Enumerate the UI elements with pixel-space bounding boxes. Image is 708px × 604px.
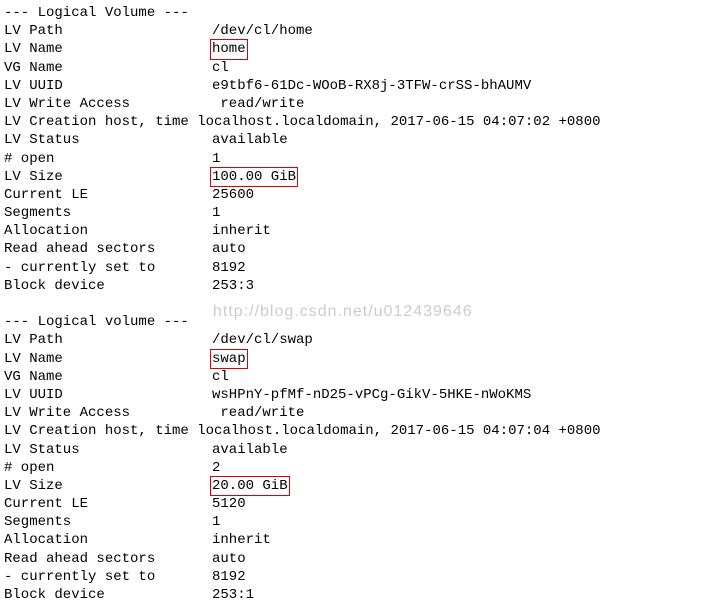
open-value: 1	[212, 151, 220, 167]
lv1-seg-row: Segments1	[4, 204, 704, 222]
lv2-setto-row: - currently set to8192	[4, 568, 704, 586]
lv2-ahead-row: Read ahead sectorsauto	[4, 550, 704, 568]
lv-name-value: swap	[210, 349, 248, 369]
block-device-label: Block device	[4, 277, 212, 295]
lv2-status-row: LV Statusavailable	[4, 441, 704, 459]
lv-path-value: /dev/cl/home	[212, 23, 313, 39]
lv-access-value: read/write	[212, 96, 304, 112]
vg-name-value: cl	[212, 369, 229, 385]
read-ahead-value: auto	[212, 241, 246, 257]
current-le-label: Current LE	[4, 495, 212, 513]
allocation-label: Allocation	[4, 531, 212, 549]
segments-value: 1	[212, 514, 220, 530]
lv2-le-row: Current LE5120	[4, 495, 704, 513]
lv-uuid-value: e9tbf6-61Dc-WOoB-RX8j-3TFW-crSS-bhAUMV	[212, 78, 531, 94]
lv1-access-row: LV Write Access read/write	[4, 95, 704, 113]
lv2-alloc-row: Allocationinherit	[4, 531, 704, 549]
block-device-value: 253:3	[212, 278, 254, 294]
blank-row	[4, 295, 704, 313]
lv1-name-row: LV Namehome	[4, 40, 704, 58]
block-device-label: Block device	[4, 586, 212, 604]
lv1-size-row: LV Size100.00 GiB	[4, 168, 704, 186]
vg-name-label: VG Name	[4, 368, 212, 386]
lv2-vg-row: VG Namecl	[4, 368, 704, 386]
lv-uuid-label: LV UUID	[4, 77, 212, 95]
current-le-value: 5120	[212, 496, 246, 512]
lv2-path-row: LV Path/dev/cl/swap	[4, 331, 704, 349]
lv2-uuid-row: LV UUIDwsHPnY-pfMf-nD25-vPCg-GikV-5HKE-n…	[4, 386, 704, 404]
currently-set-value: 8192	[212, 260, 246, 276]
lv1-status-row: LV Statusavailable	[4, 131, 704, 149]
lv-name-value: home	[210, 39, 248, 59]
lv-uuid-value: wsHPnY-pfMf-nD25-vPCg-GikV-5HKE-nWoKMS	[212, 387, 531, 403]
lv-access-value: read/write	[212, 405, 304, 421]
lv-name-label: LV Name	[4, 350, 212, 368]
lv-creation-label: LV Creation host, time	[4, 423, 189, 439]
lv2-blkdev-row: Block device253:1	[4, 586, 704, 604]
read-ahead-value: auto	[212, 551, 246, 567]
lv2-seg-row: Segments1	[4, 513, 704, 531]
lv2-access-row: LV Write Access read/write	[4, 404, 704, 422]
lv-size-label: LV Size	[4, 477, 212, 495]
lv1-alloc-row: Allocationinherit	[4, 222, 704, 240]
lv1-le-row: Current LE25600	[4, 186, 704, 204]
segments-label: Segments	[4, 204, 212, 222]
lv2-open-row: # open2	[4, 459, 704, 477]
lv1-vg-row: VG Namecl	[4, 59, 704, 77]
allocation-value: inherit	[212, 223, 271, 239]
read-ahead-label: Read ahead sectors	[4, 550, 212, 568]
open-label: # open	[4, 150, 212, 168]
lv1-uuid-row: LV UUIDe9tbf6-61Dc-WOoB-RX8j-3TFW-crSS-b…	[4, 77, 704, 95]
vg-name-label: VG Name	[4, 59, 212, 77]
lv-uuid-label: LV UUID	[4, 386, 212, 404]
currently-set-label: - currently set to	[4, 259, 212, 277]
lv-path-label: LV Path	[4, 331, 212, 349]
lv1-setto-row: - currently set to8192	[4, 259, 704, 277]
lv-status-value: available	[212, 132, 288, 148]
lv-size-label: LV Size	[4, 168, 212, 186]
lv-creation-value: localhost.localdomain, 2017-06-15 04:07:…	[197, 114, 600, 130]
open-value: 2	[212, 460, 220, 476]
block-device-value: 253:1	[212, 587, 254, 603]
lv-access-label: LV Write Access	[4, 404, 212, 422]
currently-set-label: - currently set to	[4, 568, 212, 586]
lv-creation-label: LV Creation host, time	[4, 114, 189, 130]
lv-size-value: 100.00 GiB	[210, 167, 298, 187]
read-ahead-label: Read ahead sectors	[4, 240, 212, 258]
lv-creation-value: localhost.localdomain, 2017-06-15 04:07:…	[197, 423, 600, 439]
lv1-ahead-row: Read ahead sectorsauto	[4, 240, 704, 258]
lv1-creation-row: LV Creation host, time localhost.localdo…	[4, 113, 704, 131]
lv2-name-row: LV Nameswap	[4, 350, 704, 368]
lv-path-value: /dev/cl/swap	[212, 332, 313, 348]
current-le-label: Current LE	[4, 186, 212, 204]
segments-label: Segments	[4, 513, 212, 531]
currently-set-value: 8192	[212, 569, 246, 585]
lv-status-value: available	[212, 442, 288, 458]
lv-path-label: LV Path	[4, 22, 212, 40]
lv2-creation-row: LV Creation host, time localhost.localdo…	[4, 422, 704, 440]
lv1-header: --- Logical Volume ---	[4, 4, 704, 22]
lv-size-value: 20.00 GiB	[210, 476, 290, 496]
segments-value: 1	[212, 205, 220, 221]
lv1-open-row: # open1	[4, 150, 704, 168]
allocation-value: inherit	[212, 532, 271, 548]
lv-status-label: LV Status	[4, 441, 212, 459]
lv1-path-row: LV Path/dev/cl/home	[4, 22, 704, 40]
lv1-blkdev-row: Block device253:3	[4, 277, 704, 295]
lv2-header: --- Logical volume ---	[4, 313, 704, 331]
lv-status-label: LV Status	[4, 131, 212, 149]
open-label: # open	[4, 459, 212, 477]
allocation-label: Allocation	[4, 222, 212, 240]
lv-name-label: LV Name	[4, 40, 212, 58]
vg-name-value: cl	[212, 60, 229, 76]
lv2-size-row: LV Size20.00 GiB	[4, 477, 704, 495]
lv-access-label: LV Write Access	[4, 95, 212, 113]
current-le-value: 25600	[212, 187, 254, 203]
